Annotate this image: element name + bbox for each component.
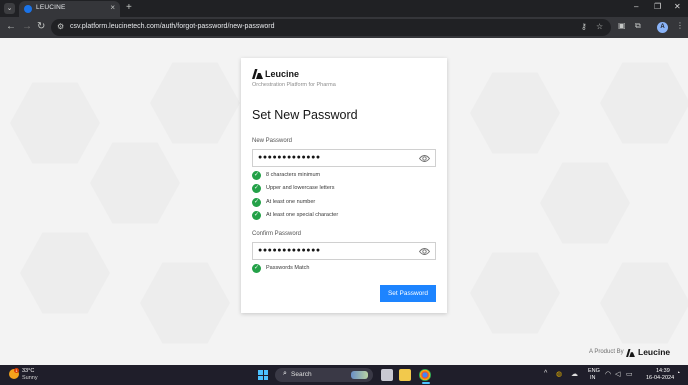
background-hexagon bbox=[20, 232, 110, 314]
close-window-icon[interactable]: ✕ bbox=[674, 2, 681, 11]
new-tab-icon[interactable]: + bbox=[126, 2, 132, 13]
leucine-footer-logo-icon bbox=[626, 349, 635, 357]
background-hexagon bbox=[90, 142, 180, 224]
requirement-text: 8 characters minimum bbox=[266, 172, 321, 178]
search-highlight-image bbox=[351, 371, 368, 379]
confirm-password-input[interactable]: ●●●●●●●●●●●●● bbox=[252, 242, 436, 260]
check-circle-icon: ✓ bbox=[252, 264, 261, 273]
active-app-indicator bbox=[422, 382, 430, 384]
set-password-card: Leucine Orchestration Platform for Pharm… bbox=[241, 58, 447, 313]
background-hexagon bbox=[140, 262, 230, 344]
confirm-password-value: ●●●●●●●●●●●●● bbox=[258, 247, 321, 254]
battery-icon[interactable]: ▭ bbox=[626, 370, 633, 378]
windows-taskbar: 1 33°C Sunny ⌕ Search ^ ◍ ☁ ENG IN ◠ ◁ ▭… bbox=[0, 365, 688, 385]
file-explorer-icon[interactable] bbox=[399, 369, 411, 381]
check-circle-icon: ✓ bbox=[252, 211, 261, 220]
background-hexagon bbox=[600, 262, 688, 344]
background-hexagon bbox=[600, 62, 688, 144]
show-password-eye-icon[interactable] bbox=[419, 247, 430, 256]
page-viewport: Leucine Orchestration Platform for Pharm… bbox=[0, 38, 688, 365]
product-by-text: A Product By bbox=[589, 349, 624, 355]
bookmark-star-icon[interactable]: ☆ bbox=[596, 22, 603, 31]
tab-title: LEUCINE bbox=[36, 4, 66, 11]
menu-kebab-icon[interactable]: ⋮ bbox=[676, 21, 684, 30]
onedrive-cloud-icon[interactable]: ☁ bbox=[571, 370, 578, 378]
new-password-label: New Password bbox=[252, 138, 293, 144]
check-circle-icon: ✓ bbox=[252, 184, 261, 193]
chrome-icon[interactable] bbox=[419, 369, 431, 381]
tray-app-icon[interactable]: ◍ bbox=[556, 370, 562, 378]
set-password-button[interactable]: Set Password bbox=[380, 285, 436, 302]
notification-bell-icon[interactable]: ◔ bbox=[676, 370, 680, 377]
clock-time[interactable]: 14:39 bbox=[656, 368, 670, 374]
site-settings-icon[interactable]: ⚙ bbox=[57, 22, 64, 31]
search-icon: ⌕ bbox=[283, 370, 287, 377]
weather-condition[interactable]: Sunny bbox=[22, 375, 38, 381]
profile-avatar[interactable]: A bbox=[657, 22, 668, 33]
page-title: Set New Password bbox=[252, 108, 358, 122]
leucine-logo-icon bbox=[252, 69, 263, 79]
task-view-icon[interactable] bbox=[381, 369, 393, 381]
volume-icon[interactable]: ◁ bbox=[615, 370, 620, 378]
new-password-input[interactable]: ●●●●●●●●●●●●● bbox=[252, 149, 436, 167]
background-hexagon bbox=[470, 252, 560, 334]
address-bar[interactable]: ⚙ csv.platform.leucinetech.com/auth/forg… bbox=[51, 19, 611, 36]
background-hexagon bbox=[540, 162, 630, 244]
maximize-icon[interactable]: ❐ bbox=[654, 2, 661, 11]
requirement-text: Upper and lowercase letters bbox=[266, 185, 335, 191]
reload-icon[interactable]: ↻ bbox=[37, 21, 45, 32]
back-icon[interactable]: ← bbox=[6, 21, 16, 32]
background-hexagon bbox=[10, 82, 100, 164]
new-password-value: ●●●●●●●●●●●●● bbox=[258, 154, 321, 161]
tab-close-icon[interactable]: × bbox=[110, 3, 115, 12]
background-hexagon bbox=[470, 72, 560, 154]
region-indicator[interactable]: IN bbox=[590, 375, 596, 381]
windows-start-icon[interactable] bbox=[258, 370, 268, 380]
footer-brand-name: Leucine bbox=[638, 347, 671, 357]
password-match-text: Passwords Match bbox=[266, 265, 310, 271]
translate-icon[interactable]: ▣ bbox=[618, 21, 626, 30]
minimize-icon[interactable]: – bbox=[634, 2, 638, 11]
requirement-text: At least one number bbox=[266, 199, 316, 205]
taskbar-search-placeholder: Search bbox=[291, 371, 312, 378]
brand-tagline: Orchestration Platform for Pharma bbox=[252, 82, 336, 88]
extensions-icon[interactable]: ⧉ bbox=[635, 21, 641, 31]
taskbar-search[interactable]: ⌕ Search bbox=[275, 368, 373, 382]
url-text[interactable]: csv.platform.leucinetech.com/auth/forgot… bbox=[70, 23, 275, 30]
check-circle-icon: ✓ bbox=[252, 171, 261, 180]
wifi-icon[interactable]: ◠ bbox=[605, 370, 611, 378]
leucine-favicon-icon bbox=[24, 5, 32, 13]
show-password-eye-icon[interactable] bbox=[419, 154, 430, 163]
weather-temperature[interactable]: 33°C bbox=[22, 368, 34, 374]
browser-toolbar: ← → ↻ ⚙ csv.platform.leucinetech.com/aut… bbox=[0, 17, 688, 38]
background-hexagon bbox=[150, 62, 240, 144]
tray-chevron-up-icon[interactable]: ^ bbox=[544, 370, 547, 377]
brand-name: Leucine bbox=[265, 69, 300, 79]
browser-tabstrip: ⌄ LEUCINE × + – ❐ ✕ bbox=[0, 0, 688, 17]
browser-tab-leucine[interactable]: LEUCINE × bbox=[19, 1, 120, 17]
clock-date[interactable]: 16-04-2024 bbox=[646, 375, 674, 381]
weather-badge: 1 bbox=[14, 368, 19, 373]
forward-icon[interactable]: → bbox=[22, 21, 32, 32]
password-key-icon[interactable]: ⚷ bbox=[581, 22, 587, 31]
tab-search-icon[interactable]: ⌄ bbox=[4, 3, 15, 14]
requirement-text: At least one special character bbox=[266, 212, 339, 218]
confirm-password-label: Confirm Password bbox=[252, 231, 302, 237]
language-indicator[interactable]: ENG bbox=[588, 368, 600, 374]
check-circle-icon: ✓ bbox=[252, 198, 261, 207]
